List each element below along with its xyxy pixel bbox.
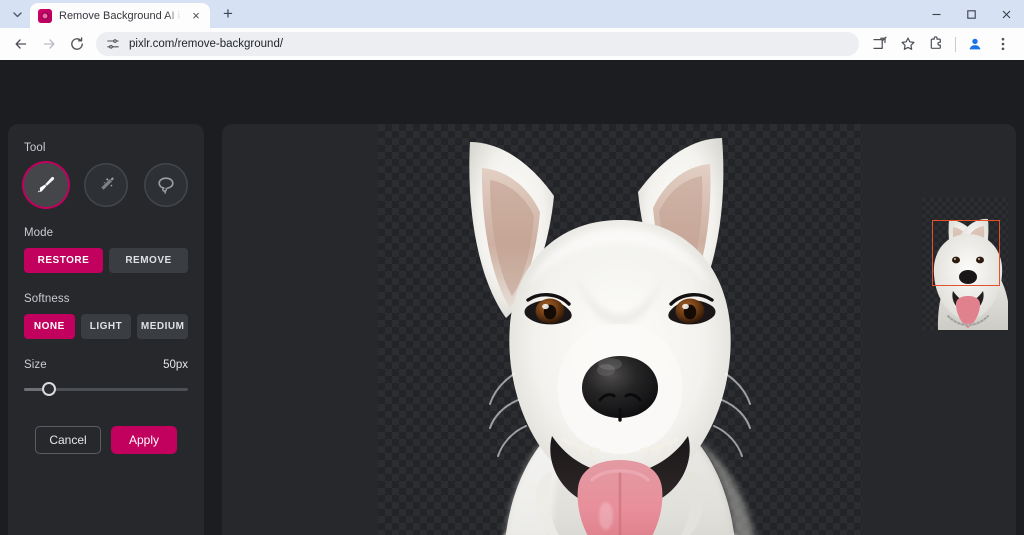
mode-selector: RESTORE REMOVE bbox=[24, 248, 188, 273]
brush-tool-button[interactable] bbox=[24, 163, 68, 207]
tool-section-label: Tool bbox=[24, 142, 46, 154]
slider-handle[interactable] bbox=[41, 382, 56, 396]
maximize-button[interactable] bbox=[954, 0, 989, 28]
reload-button[interactable] bbox=[64, 31, 90, 57]
size-slider[interactable] bbox=[24, 382, 188, 396]
canvas-stage[interactable] bbox=[222, 124, 1016, 535]
tune-icon[interactable] bbox=[106, 37, 120, 51]
tool-selector bbox=[24, 163, 188, 207]
mode-option-restore[interactable]: RESTORE bbox=[24, 248, 103, 273]
magic-wand-tool-button[interactable] bbox=[84, 163, 128, 207]
cancel-button[interactable]: Cancel bbox=[35, 426, 101, 454]
size-value: 50px bbox=[163, 359, 188, 371]
close-icon[interactable]: × bbox=[188, 8, 204, 24]
new-tab-button[interactable]: + bbox=[214, 1, 242, 27]
browser-toolbar: pixlr.com/remove-background/ bbox=[0, 28, 1024, 60]
mode-option-remove[interactable]: REMOVE bbox=[109, 248, 188, 273]
softness-option-medium[interactable]: MEDIUM bbox=[137, 314, 189, 339]
url-text: pixlr.com/remove-background/ bbox=[129, 38, 284, 50]
dog-tongue bbox=[577, 460, 663, 535]
profile-avatar-icon[interactable] bbox=[962, 31, 988, 57]
browser-tab[interactable]: Remove Background AI image × bbox=[30, 3, 210, 28]
dog-image bbox=[378, 124, 862, 535]
more-vertical-menu-icon[interactable] bbox=[990, 31, 1016, 57]
address-bar[interactable]: pixlr.com/remove-background/ bbox=[96, 32, 859, 56]
back-button[interactable] bbox=[8, 31, 34, 57]
browser-window: Remove Background AI image × + bbox=[0, 0, 1024, 535]
bookmark-star-icon[interactable] bbox=[895, 31, 921, 57]
mode-section-label: Mode bbox=[24, 227, 54, 239]
softness-selector: NONE LIGHT MEDIUM bbox=[24, 314, 189, 339]
pixlr-favicon bbox=[38, 8, 52, 23]
paintbrush-icon bbox=[34, 173, 58, 197]
magic-wand-icon bbox=[94, 173, 118, 197]
window-controls bbox=[919, 0, 1024, 28]
minimize-button[interactable] bbox=[919, 0, 954, 28]
dog-left-eye bbox=[524, 293, 572, 325]
lasso-tool-button[interactable] bbox=[144, 163, 188, 207]
toolbar-divider bbox=[955, 36, 956, 52]
size-header: Size 50px bbox=[24, 359, 188, 371]
softness-option-none[interactable]: NONE bbox=[24, 314, 75, 339]
apply-button[interactable]: Apply bbox=[111, 426, 177, 454]
dog-right-eye bbox=[668, 293, 716, 325]
forward-button[interactable] bbox=[36, 31, 62, 57]
panel-actions: Cancel Apply bbox=[24, 426, 188, 454]
tool-options-panel: Tool Mode RESTORE REMOVE Softness NONE L… bbox=[8, 124, 204, 535]
pixlr-app: Tool Mode RESTORE REMOVE Softness NONE L… bbox=[0, 60, 1024, 535]
lasso-icon bbox=[154, 173, 178, 197]
cast-icon[interactable] bbox=[867, 31, 893, 57]
transparent-canvas[interactable] bbox=[378, 124, 862, 535]
navigator-thumbnail[interactable] bbox=[922, 198, 1008, 330]
tab-search-chevron-icon[interactable] bbox=[4, 1, 30, 27]
tab-strip: Remove Background AI image × + bbox=[0, 0, 1024, 28]
close-window-button[interactable] bbox=[989, 0, 1024, 28]
extensions-puzzle-icon[interactable] bbox=[923, 31, 949, 57]
softness-option-light[interactable]: LIGHT bbox=[80, 314, 132, 339]
softness-section-label: Softness bbox=[24, 293, 70, 305]
size-section-label: Size bbox=[24, 359, 47, 371]
tab-title: Remove Background AI image bbox=[59, 9, 181, 22]
